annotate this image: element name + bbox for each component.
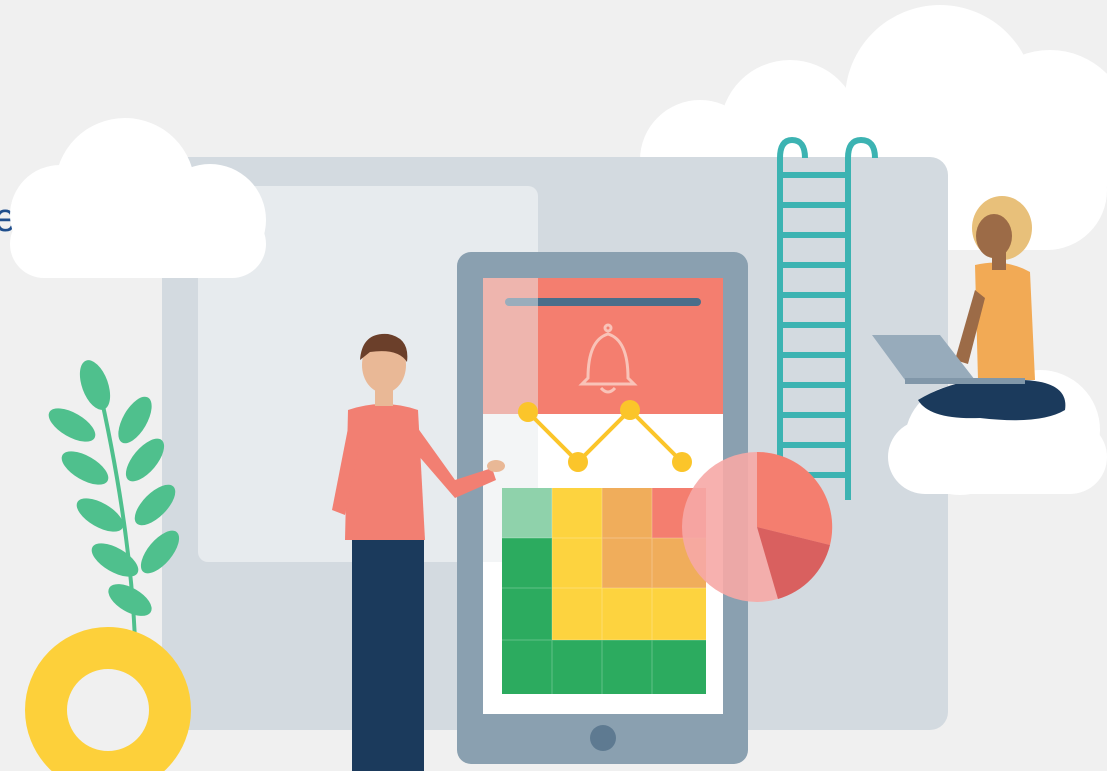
analytics-illustration	[10, 5, 1107, 771]
home-button	[590, 725, 616, 751]
donut-shape	[25, 627, 191, 771]
cloud-icon	[10, 118, 266, 278]
pie-chart-icon	[682, 451, 833, 602]
heatmap-icon	[502, 488, 706, 694]
